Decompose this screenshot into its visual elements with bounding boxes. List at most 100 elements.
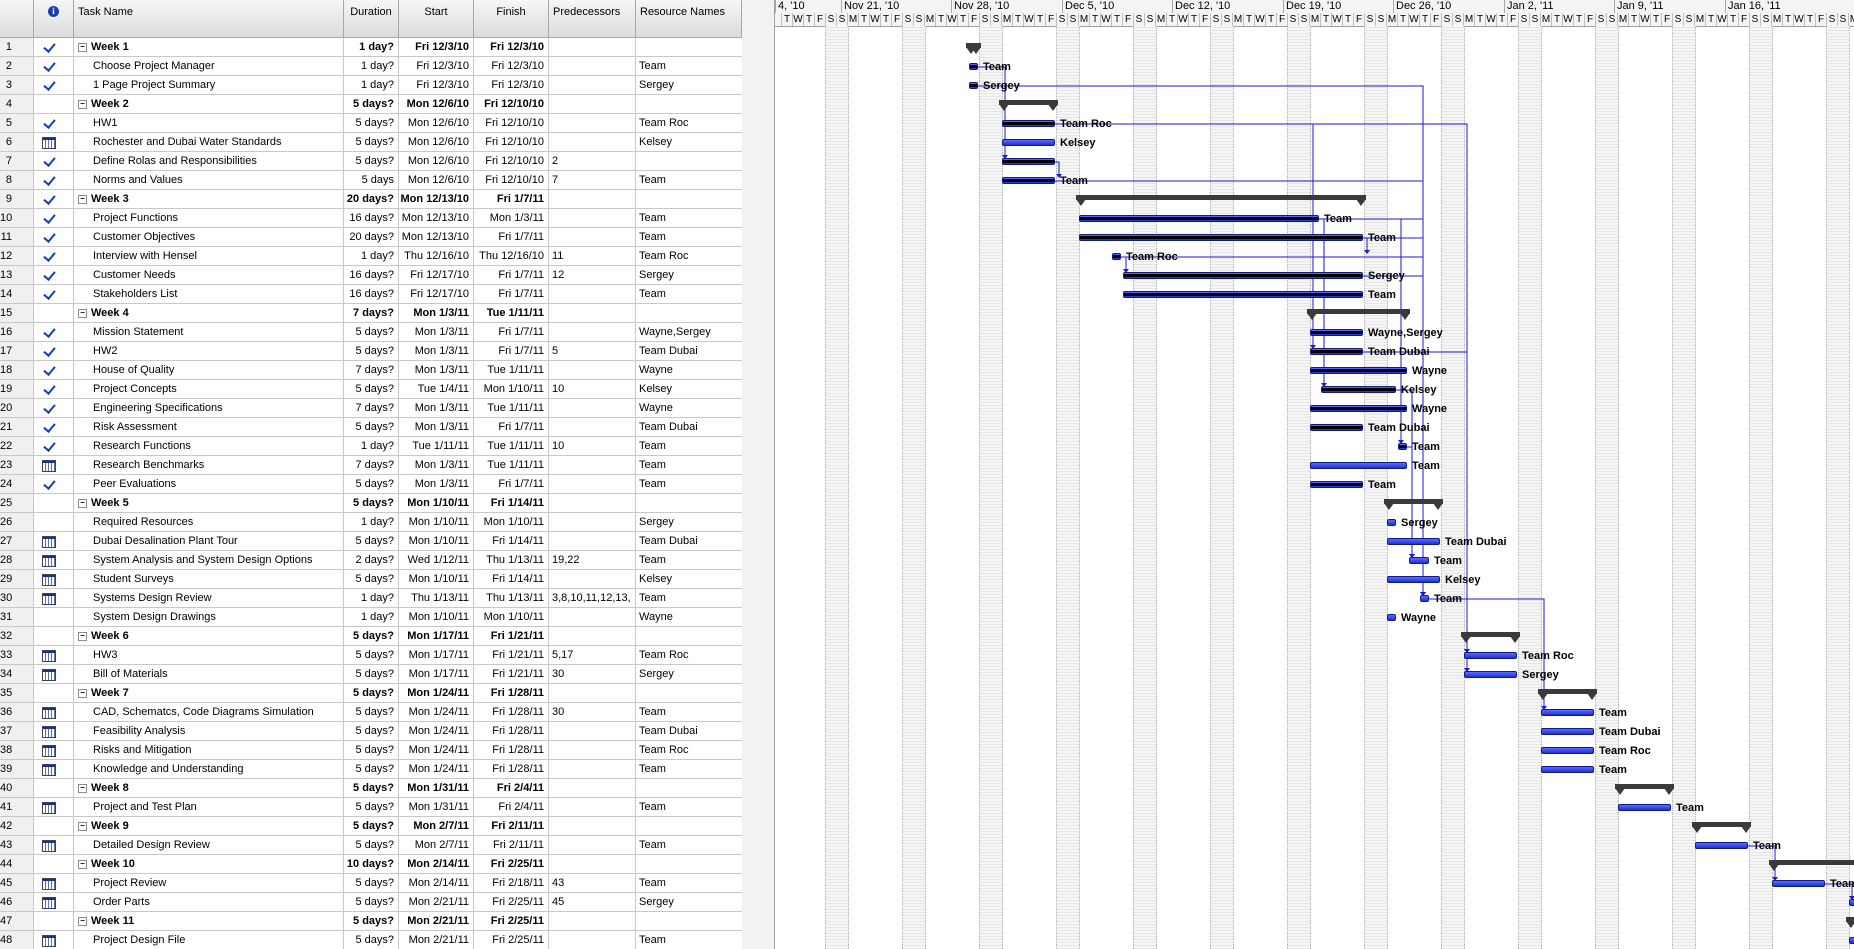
start-date-cell[interactable]: Mon 12/6/10 — [399, 114, 474, 133]
predecessors-cell[interactable] — [549, 684, 636, 703]
indicator-cell[interactable] — [34, 684, 74, 703]
table-row[interactable]: 5 HW1 5 days? Mon 12/6/10 Fri 12/10/10 Team R… — [0, 114, 742, 133]
start-date-cell[interactable]: Tue 1/11/11 — [399, 437, 474, 456]
summary-bar[interactable] — [1076, 195, 1366, 200]
table-row[interactable]: 27 Dubai Desalination Plant Tour 5 days? Mo… — [0, 532, 742, 551]
predecessors-cell[interactable] — [549, 760, 636, 779]
row-id-cell[interactable]: 27 — [0, 532, 34, 551]
task-name-cell[interactable]: − Week 4 — [74, 304, 344, 323]
indicator-cell[interactable] — [34, 817, 74, 836]
task-bar[interactable] — [1387, 576, 1440, 583]
start-date-cell[interactable]: Mon 1/17/11 — [399, 646, 474, 665]
indicator-cell[interactable] — [34, 304, 74, 323]
duration-cell[interactable]: 5 days? — [344, 114, 399, 133]
resource-names-cell[interactable]: Team — [636, 228, 742, 247]
start-date-cell[interactable]: Mon 1/3/11 — [399, 361, 474, 380]
start-date-cell[interactable]: Mon 2/7/11 — [399, 836, 474, 855]
task-name-cell[interactable]: − Week 1 — [74, 38, 344, 57]
resource-names-cell[interactable]: Team — [636, 798, 742, 817]
indicator-cell[interactable] — [34, 171, 74, 190]
finish-date-cell[interactable]: Tue 1/11/11 — [474, 437, 549, 456]
row-id-cell[interactable]: 47 — [0, 912, 34, 931]
duration-cell[interactable]: 5 days? — [344, 418, 399, 437]
task-name-cell[interactable]: Student Surveys — [74, 570, 344, 589]
finish-date-cell[interactable]: Mon 1/10/11 — [474, 608, 549, 627]
duration-cell[interactable]: 20 days? — [344, 228, 399, 247]
indicator-cell[interactable] — [34, 893, 74, 912]
predecessors-cell[interactable]: 3,8,10,11,12,13, — [549, 589, 636, 608]
resource-names-cell[interactable]: Team — [636, 589, 742, 608]
duration-cell[interactable]: 5 days? — [344, 760, 399, 779]
duration-cell[interactable]: 7 days? — [344, 456, 399, 475]
collapse-toggle-icon[interactable]: − — [78, 42, 87, 52]
resource-names-cell[interactable] — [636, 684, 742, 703]
task-name-cell[interactable]: Feasibility Analysis — [74, 722, 344, 741]
task-name-cell[interactable]: − Week 3 — [74, 190, 344, 209]
start-date-cell[interactable]: Thu 1/13/11 — [399, 589, 474, 608]
resource-names-cell[interactable]: Team — [636, 171, 742, 190]
row-id-cell[interactable]: 18 — [0, 361, 34, 380]
row-number-header[interactable] — [0, 0, 34, 38]
collapse-toggle-icon[interactable]: − — [78, 783, 87, 793]
task-name-cell[interactable]: Order Parts — [74, 893, 344, 912]
table-row[interactable]: 35 − Week 7 5 days? Mon 1/24/11 Fri 1/28/11 — [0, 684, 742, 703]
start-date-cell[interactable]: Thu 12/16/10 — [399, 247, 474, 266]
predecessors-cell[interactable] — [549, 836, 636, 855]
row-id-cell[interactable]: 40 — [0, 779, 34, 798]
finish-date-cell[interactable]: Thu 1/13/11 — [474, 589, 549, 608]
table-row[interactable]: 20 Engineering Specifications 7 days? Mon 1… — [0, 399, 742, 418]
duration-cell[interactable]: 5 days? — [344, 722, 399, 741]
resource-names-cell[interactable]: Team — [636, 703, 742, 722]
resource-names-cell[interactable]: Team — [636, 437, 742, 456]
predecessors-cell[interactable] — [549, 190, 636, 209]
start-date-cell[interactable]: Mon 1/17/11 — [399, 665, 474, 684]
finish-date-cell[interactable]: Fri 1/21/11 — [474, 627, 549, 646]
duration-column-header[interactable]: Duration — [344, 0, 399, 38]
finish-date-cell[interactable]: Fri 12/3/10 — [474, 38, 549, 57]
duration-cell[interactable]: 5 days? — [344, 95, 399, 114]
task-name-cell[interactable]: HW1 — [74, 114, 344, 133]
row-id-cell[interactable]: 48 — [0, 931, 34, 949]
task-name-cell[interactable]: Engineering Specifications — [74, 399, 344, 418]
finish-date-cell[interactable]: Fri 1/14/11 — [474, 532, 549, 551]
gantt-chart[interactable]: 4, '10 Nov 21, '10 Nov 28, '10 Dec 5, '10 De… — [775, 0, 1854, 949]
resource-names-cell[interactable]: Team — [636, 760, 742, 779]
row-id-cell[interactable]: 16 — [0, 323, 34, 342]
finish-date-cell[interactable]: Fri 1/28/11 — [474, 760, 549, 779]
table-row[interactable]: 41 Project and Test Plan 5 days? Mon 1/31/1… — [0, 798, 742, 817]
table-row[interactable]: 2 Choose Project Manager 1 day? Fri 12/3/10… — [0, 57, 742, 76]
finish-date-cell[interactable]: Thu 1/13/11 — [474, 551, 549, 570]
row-id-cell[interactable]: 38 — [0, 741, 34, 760]
start-date-cell[interactable]: Mon 1/10/11 — [399, 570, 474, 589]
row-id-cell[interactable]: 46 — [0, 893, 34, 912]
row-id-cell[interactable]: 14 — [0, 285, 34, 304]
finish-date-cell[interactable]: Fri 1/7/11 — [474, 342, 549, 361]
indicator-cell[interactable] — [34, 114, 74, 133]
table-row[interactable]: 29 Student Surveys 5 days? Mon 1/10/11 Fri 1… — [0, 570, 742, 589]
indicator-cell[interactable] — [34, 798, 74, 817]
task-name-cell[interactable]: Dubai Desalination Plant Tour — [74, 532, 344, 551]
predecessors-cell[interactable] — [549, 817, 636, 836]
indicator-cell[interactable] — [34, 741, 74, 760]
indicator-cell[interactable] — [34, 76, 74, 95]
finish-date-cell[interactable]: Fri 12/10/10 — [474, 152, 549, 171]
table-row[interactable]: 17 HW2 5 days? Mon 1/3/11 Fri 1/7/11 5 Team Du… — [0, 342, 742, 361]
task-name-cell[interactable]: Detailed Design Review — [74, 836, 344, 855]
task-name-cell[interactable]: Project and Test Plan — [74, 798, 344, 817]
start-date-cell[interactable]: Mon 1/3/11 — [399, 418, 474, 437]
row-id-cell[interactable]: 8 — [0, 171, 34, 190]
row-id-cell[interactable]: 20 — [0, 399, 34, 418]
start-date-cell[interactable]: Fri 12/3/10 — [399, 76, 474, 95]
finish-date-cell[interactable]: Tue 1/11/11 — [474, 304, 549, 323]
predecessors-cell[interactable] — [549, 361, 636, 380]
start-date-cell[interactable]: Mon 1/3/11 — [399, 342, 474, 361]
predecessors-cell[interactable] — [549, 304, 636, 323]
table-row[interactable]: 26 Required Resources 1 day? Mon 1/10/11 Mon… — [0, 513, 742, 532]
table-row[interactable]: 33 HW3 5 days? Mon 1/17/11 Fri 1/21/11 5,17 Te… — [0, 646, 742, 665]
finish-date-cell[interactable]: Fri 1/7/11 — [474, 418, 549, 437]
indicator-cell[interactable] — [34, 323, 74, 342]
predecessors-cell[interactable] — [549, 931, 636, 949]
task-bar[interactable] — [1409, 557, 1429, 564]
task-name-cell[interactable]: Interview with Hensel — [74, 247, 344, 266]
task-name-cell[interactable]: Customer Needs — [74, 266, 344, 285]
